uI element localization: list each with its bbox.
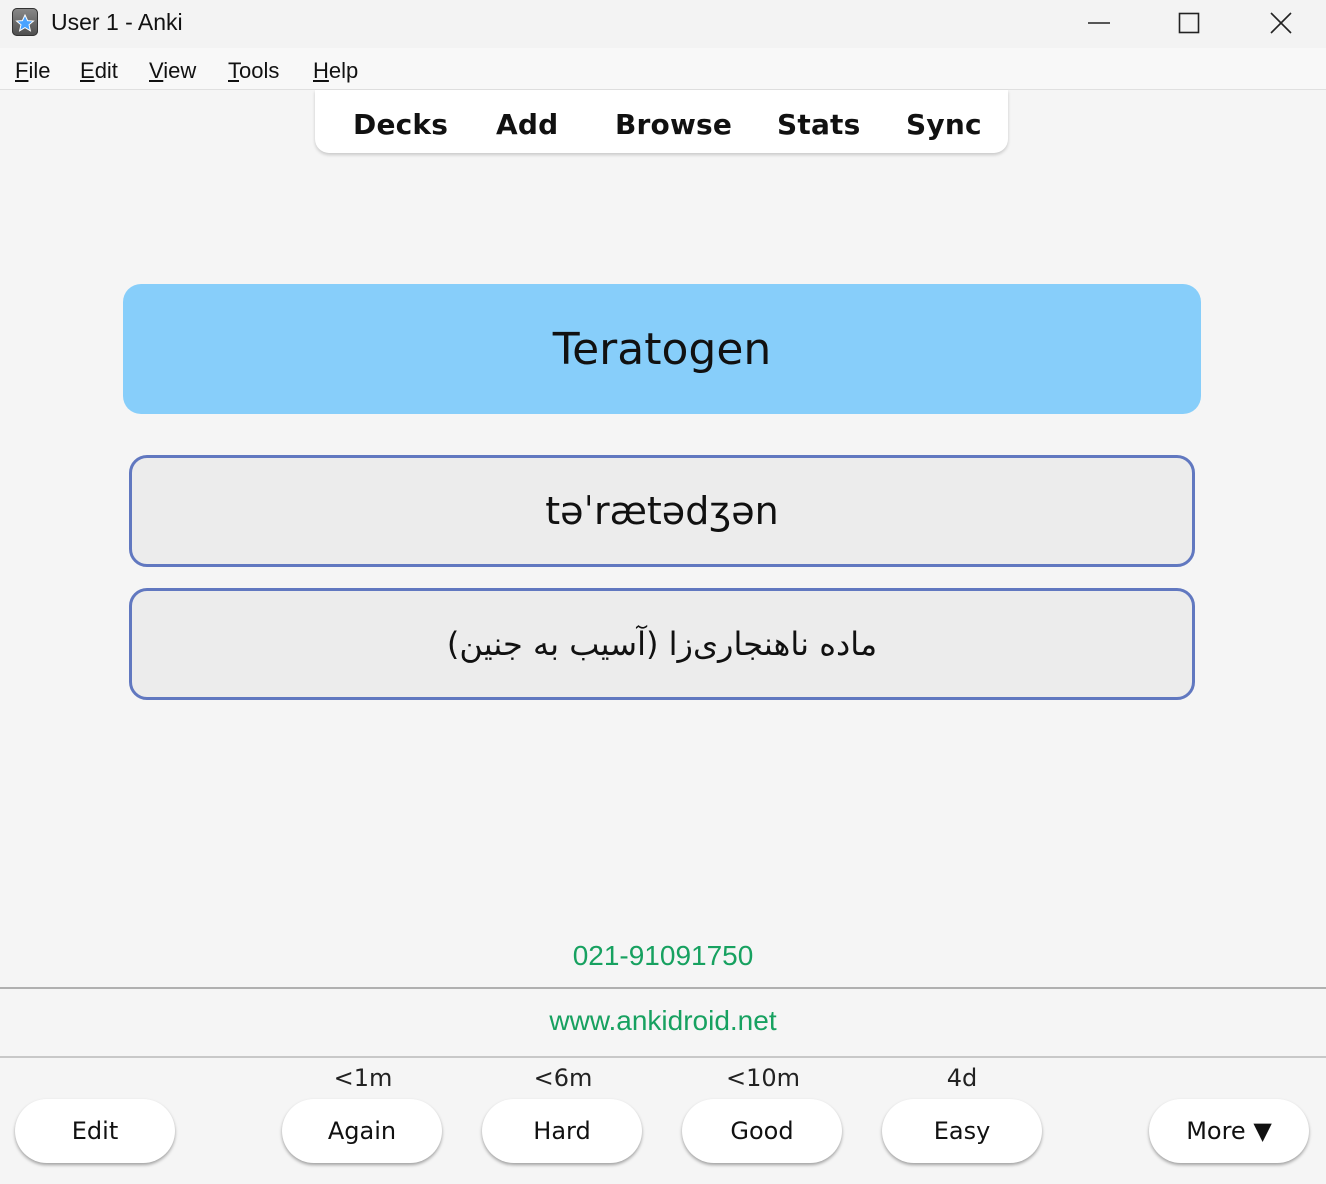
minimize-button[interactable] bbox=[1054, 0, 1144, 46]
menu-edit[interactable]: Edit bbox=[80, 58, 118, 84]
anki-app-icon bbox=[12, 8, 38, 36]
main-toolbar: Decks Add Browse Stats Sync bbox=[315, 90, 1008, 153]
menu-bar: File Edit View Tools Help bbox=[0, 48, 1326, 90]
good-button[interactable]: Good bbox=[682, 1099, 842, 1163]
again-button[interactable]: Again bbox=[282, 1099, 442, 1163]
easy-interval: 4d bbox=[946, 1064, 978, 1092]
minimize-icon bbox=[1088, 22, 1110, 24]
maximize-button[interactable] bbox=[1144, 0, 1234, 46]
hard-interval: <6m bbox=[533, 1064, 593, 1092]
hard-button[interactable]: Hard bbox=[482, 1099, 642, 1163]
easy-button[interactable]: Easy bbox=[882, 1099, 1042, 1163]
close-icon bbox=[1270, 12, 1292, 34]
pronunciation-box: təˈrætədʒən bbox=[129, 455, 1195, 567]
menu-tools[interactable]: Tools bbox=[228, 58, 279, 84]
toolbar-add-link[interactable]: Add bbox=[496, 108, 558, 141]
card-front-word: Teratogen bbox=[552, 323, 772, 375]
meaning-text: ماده ناهنجاری‌زا (آسیب به جنین) bbox=[446, 625, 878, 663]
maximize-icon bbox=[1178, 12, 1200, 34]
phone-number: 021-91091750 bbox=[572, 940, 754, 971]
again-interval: <1m bbox=[333, 1064, 393, 1092]
menu-view[interactable]: View bbox=[149, 58, 196, 84]
card-front-box: Teratogen bbox=[123, 284, 1201, 414]
toolbar-browse-link[interactable]: Browse bbox=[615, 108, 732, 141]
divider bbox=[0, 987, 1326, 989]
more-button[interactable]: More ▼ bbox=[1149, 1099, 1309, 1163]
toolbar-sync-link[interactable]: Sync bbox=[906, 108, 982, 141]
pronunciation-text: təˈrætədʒən bbox=[545, 489, 779, 533]
website-link[interactable]: www.ankidroid.net bbox=[0, 1005, 1326, 1037]
good-interval: <10m bbox=[725, 1064, 801, 1092]
close-button[interactable] bbox=[1236, 0, 1326, 46]
toolbar-decks-link[interactable]: Decks bbox=[353, 108, 448, 141]
toolbar-stats-link[interactable]: Stats bbox=[777, 108, 861, 141]
meaning-box: ماده ناهنجاری‌زا (آسیب به جنین) bbox=[129, 588, 1195, 700]
title-bar: User 1 - Anki bbox=[0, 0, 1326, 48]
bottom-bar-divider bbox=[0, 1056, 1326, 1058]
menu-help[interactable]: Help bbox=[313, 58, 358, 84]
edit-button[interactable]: Edit bbox=[15, 1099, 175, 1163]
window-title: User 1 - Anki bbox=[51, 9, 183, 35]
menu-file[interactable]: File bbox=[15, 58, 50, 84]
